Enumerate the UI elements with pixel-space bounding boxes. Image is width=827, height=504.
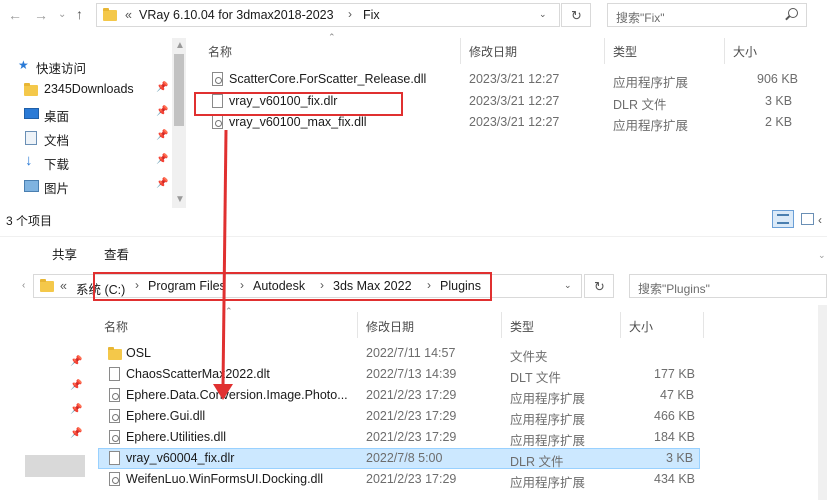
annotation-arrow xyxy=(213,129,233,400)
arrow-head-icon xyxy=(213,384,233,400)
arrow-shaft xyxy=(221,129,228,387)
